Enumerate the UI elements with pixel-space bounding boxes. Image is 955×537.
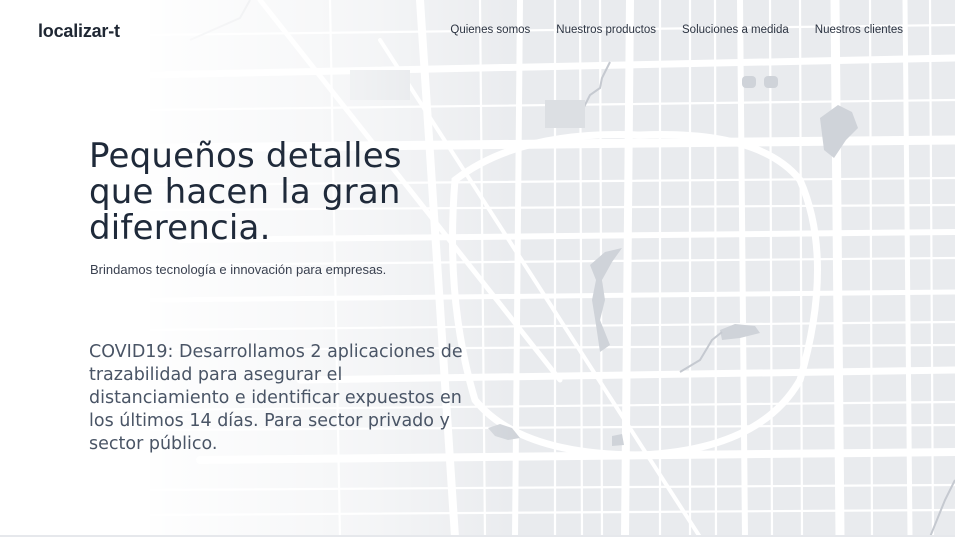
landing-page: localizar-t Quienes somos Nuestros produ… <box>0 0 955 537</box>
hero-title-line: que hacen la gran <box>89 172 401 212</box>
nav-item-soluciones-a-medida[interactable]: Soluciones a medida <box>682 24 789 36</box>
hero-title-line: diferencia. <box>89 208 271 248</box>
nav-item-nuestros-clientes[interactable]: Nuestros clientes <box>815 24 903 36</box>
site-header: localizar-t Quienes somos Nuestros produ… <box>0 0 955 62</box>
covid-announcement: COVID19: Desarrollamos 2 aplicaciones de… <box>89 342 463 454</box>
main-nav: Quienes somos Nuestros productos Solucio… <box>450 24 903 36</box>
nav-item-nuestros-productos[interactable]: Nuestros productos <box>556 24 656 36</box>
brand-logo[interactable]: localizar-t <box>38 21 120 42</box>
hero-title-line: Pequeños detalles <box>89 136 402 176</box>
nav-item-quienes-somos[interactable]: Quienes somos <box>450 24 530 36</box>
hero-title: Pequeños detalles que hacen la gran dife… <box>89 138 509 246</box>
hero-subtitle: Brindamos tecnología e innovación para e… <box>90 262 387 277</box>
